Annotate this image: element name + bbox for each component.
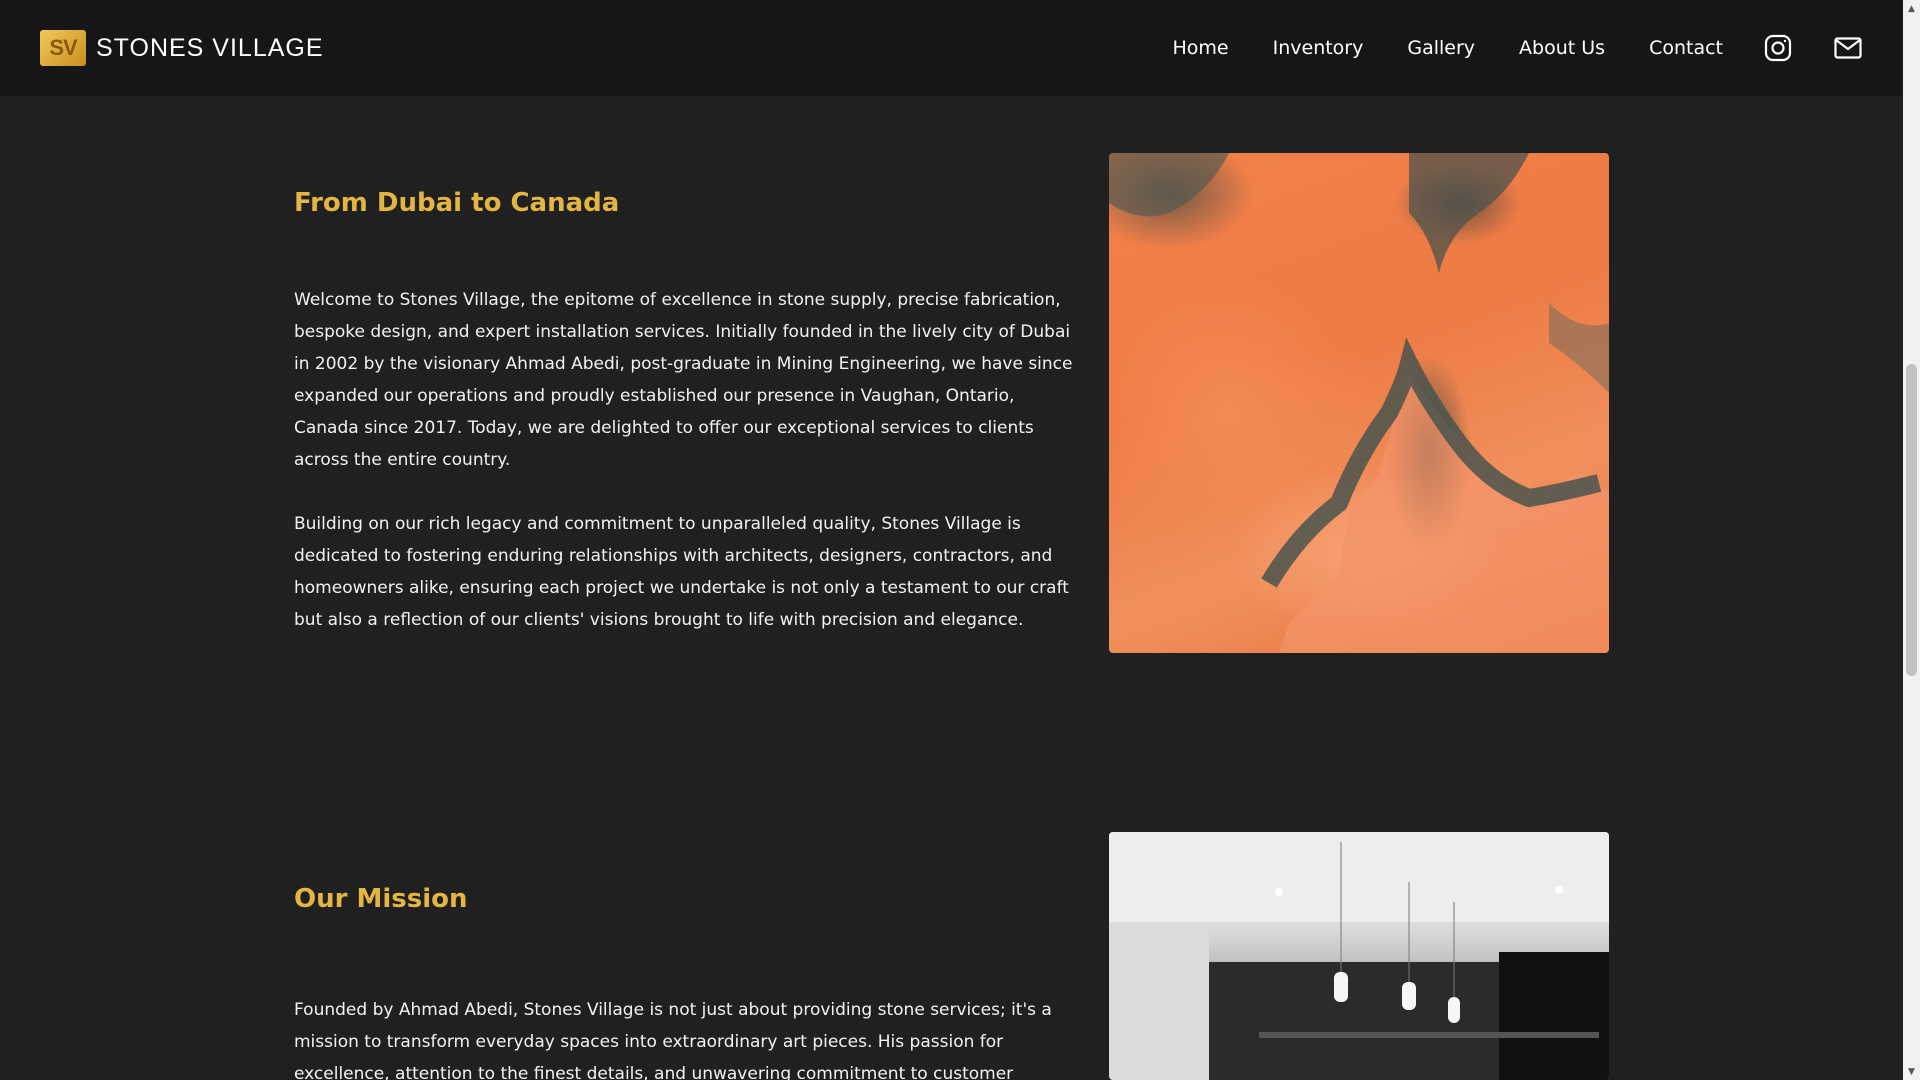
- logo-mark: SV: [40, 30, 86, 66]
- section-title: Our Mission: [294, 884, 468, 914]
- section-paragraph: Welcome to Stones Village, the epitome o…: [294, 290, 1073, 470]
- section-paragraph: Founded by Ahmad Abedi, Stones Village i…: [294, 1000, 1052, 1080]
- scroll-down-arrow-icon[interactable]: ▼: [1903, 1063, 1920, 1080]
- mail-icon[interactable]: [1833, 33, 1863, 63]
- nav-links: Home Inventory Gallery About Us Contact: [1173, 0, 1864, 96]
- nav-link-contact[interactable]: Contact: [1649, 37, 1723, 59]
- marble-slab-image: [1109, 153, 1609, 653]
- kitchen-image: [1109, 832, 1609, 1080]
- brand-name: STONES VILLAGE: [96, 33, 324, 62]
- kitchen-photo: [1109, 832, 1609, 1080]
- nav-link-gallery[interactable]: Gallery: [1407, 37, 1475, 59]
- brand-logo[interactable]: SV STONES VILLAGE: [40, 30, 324, 66]
- nav-link-home[interactable]: Home: [1173, 37, 1229, 59]
- vertical-scrollbar[interactable]: ▲ ▼: [1903, 0, 1920, 1080]
- section-paragraph: Building on our rich legacy and commitme…: [294, 514, 1069, 630]
- nav-link-inventory[interactable]: Inventory: [1273, 37, 1364, 59]
- scrollbar-thumb[interactable]: [1906, 364, 1917, 676]
- scroll-up-arrow-icon[interactable]: ▲: [1903, 0, 1920, 17]
- top-navbar: SV STONES VILLAGE Home Inventory Gallery…: [0, 0, 1903, 96]
- section-dubai-to-canada: From Dubai to Canada Welcome to Stones V…: [0, 96, 1903, 696]
- nav-link-about-us[interactable]: About Us: [1519, 37, 1605, 59]
- onyx-texture: [1109, 153, 1609, 653]
- section-title: From Dubai to Canada: [294, 188, 620, 218]
- section-our-mission: Our Mission Founded by Ahmad Abedi, Ston…: [0, 832, 1903, 1080]
- instagram-icon[interactable]: [1763, 33, 1793, 63]
